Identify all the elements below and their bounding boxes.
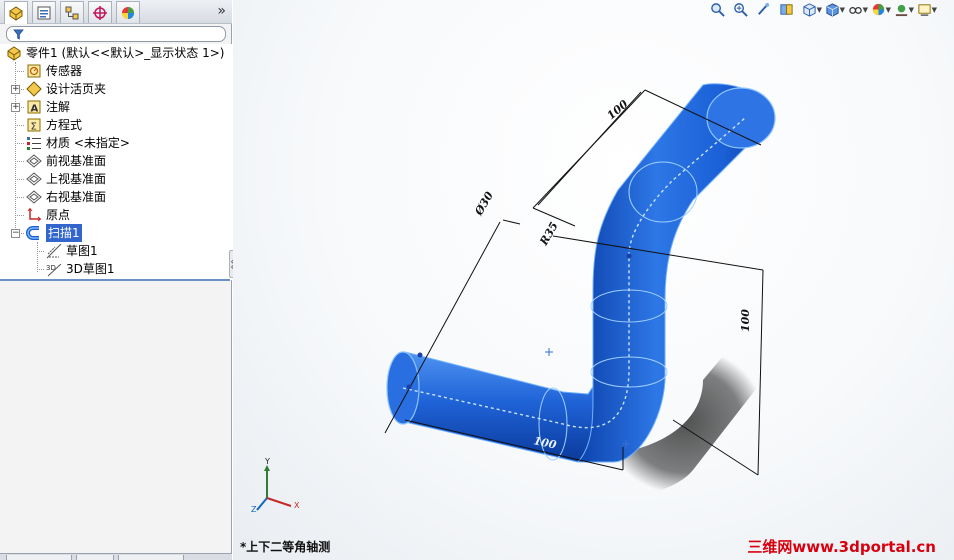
section-view-icon: [780, 3, 793, 15]
dimxpert-tab[interactable]: [88, 1, 112, 23]
dim-length-100-vertical: 100: [739, 309, 752, 332]
display-manager-tab[interactable]: [116, 1, 140, 23]
plane-icon: [26, 153, 42, 169]
sweep-icon: [26, 225, 42, 241]
edit-appearance-icon: [872, 3, 885, 15]
feature-tree: 零件1 (默认<<默认>_显示状态 1>) 传感器 + 设计活页夹 + A 注解: [0, 44, 232, 280]
zoom-to-fit-button[interactable]: [708, 1, 727, 17]
sketch-icon: [46, 243, 62, 259]
manager-tabs-bar: »: [0, 0, 232, 24]
previous-view-button[interactable]: [754, 1, 773, 17]
sweep-end-cap-top[interactable]: [706, 87, 776, 149]
annotation-icon: A: [26, 99, 42, 115]
tab-motion-study[interactable]: [118, 555, 184, 560]
plane-icon: [26, 189, 42, 205]
svg-text:Σ: Σ: [31, 122, 37, 133]
feature-tree-icon: [9, 6, 23, 21]
collapse-toggle[interactable]: −: [11, 229, 20, 238]
section-view-button[interactable]: [777, 1, 796, 17]
filter-icon: [13, 29, 24, 40]
graphics-area[interactable]: 100 Ø30 R35 100 100 Y X Z ▼ ▼ ▼ ▼ ▼ ▼ *上…: [233, 0, 954, 560]
triad-z-label: Z: [251, 505, 257, 514]
view-orientation-button[interactable]: ▼: [800, 1, 822, 17]
3d-sketch-icon: 3D: [46, 261, 62, 277]
tree-connector: [37, 242, 38, 272]
triad-x-label: X: [294, 501, 300, 510]
apply-scene-icon: [895, 4, 908, 16]
dimxpert-icon: [93, 5, 107, 20]
display-style-icon: [826, 2, 839, 17]
equation-icon: Σ: [26, 117, 42, 133]
hide-show-items-button[interactable]: ▼: [846, 1, 868, 17]
propertymanager-tab[interactable]: [32, 1, 56, 23]
tree-item-sweep1-label: 扫描1: [46, 224, 82, 242]
tree-bottom-divider: [0, 279, 230, 281]
feature-manager-panel: » 零件1 (默认<<默认>_显示状态 1>) 传感器 + 设计活页夹 + A …: [0, 0, 232, 560]
apply-scene-button[interactable]: ▼: [892, 1, 914, 17]
configurationmanager-tab[interactable]: [60, 1, 84, 23]
view-settings-button[interactable]: ▼: [915, 1, 937, 17]
tab-motion[interactable]: [76, 555, 114, 560]
tab-model[interactable]: [6, 555, 72, 560]
expand-toggle[interactable]: +: [11, 85, 20, 94]
sensor-icon: [26, 63, 42, 79]
bottom-tabs-bar: [0, 553, 232, 560]
dim-radius-35: R35: [537, 220, 561, 249]
hide-show-items-icon: [849, 6, 862, 14]
featuremanager-tab[interactable]: [4, 1, 28, 24]
view-orientation-label: *上下二等角轴测: [240, 540, 331, 554]
configuration-icon: [65, 6, 79, 19]
part-icon: [6, 45, 22, 61]
feature-filter-input[interactable]: [6, 26, 226, 42]
zoom-to-area-icon: [734, 2, 748, 17]
tree-root-label: 零件1 (默认<<默认>_显示状态 1>): [26, 46, 225, 60]
origin-icon: [26, 207, 42, 223]
expand-toggle[interactable]: +: [11, 103, 20, 112]
material-icon: [26, 135, 42, 151]
plane-icon: [26, 171, 42, 187]
zoom-to-fit-icon: [711, 2, 725, 17]
view-orientation-icon: [803, 2, 816, 17]
design-binder-icon: [26, 81, 42, 97]
dim-diameter-30: Ø30: [472, 189, 496, 218]
triad-y-label: Y: [264, 457, 270, 466]
model-view[interactable]: 100 Ø30 R35 100 100 Y X Z: [233, 0, 954, 560]
reference-triad: Y X Z: [251, 457, 300, 514]
edit-appearance-button[interactable]: ▼: [869, 1, 891, 17]
appearance-icon: [122, 6, 134, 19]
watermark-text: 三维网www.3dportal.cn: [747, 538, 936, 556]
previous-view-icon: [758, 2, 770, 15]
collapse-panel-button[interactable]: »: [217, 3, 226, 19]
display-style-button[interactable]: ▼: [823, 1, 845, 17]
svg-text:A: A: [31, 104, 39, 115]
property-icon: [37, 6, 51, 19]
heads-up-view-toolbar: ▼ ▼ ▼ ▼ ▼ ▼: [708, 0, 937, 18]
view-settings-icon: [918, 3, 931, 16]
zoom-to-area-button[interactable]: [731, 1, 750, 17]
